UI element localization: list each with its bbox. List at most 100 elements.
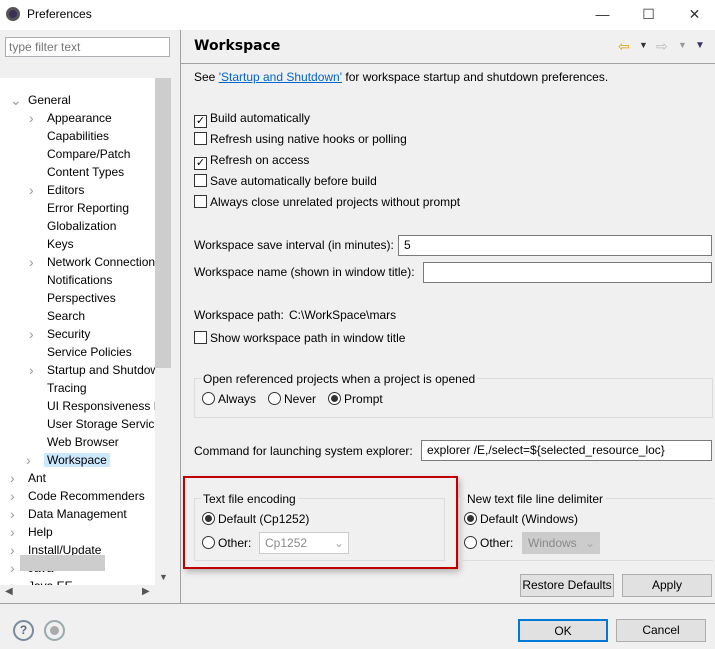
chevron-right-icon[interactable]: › (10, 487, 20, 505)
tree-item[interactable]: UI Responsiveness Monitoring (47, 397, 155, 415)
tree-item[interactable]: Search (47, 307, 85, 325)
chevron-down-icon: ⌄ (584, 536, 595, 550)
chevron-right-icon[interactable]: › (10, 469, 20, 487)
tree-item[interactable]: User Storage Service (47, 415, 155, 433)
delimiter-default-radio[interactable]: Default (Windows) (464, 512, 578, 526)
restore-defaults-button[interactable]: Restore Defaults (520, 574, 614, 597)
scroll-down-icon[interactable]: ▼ (159, 572, 168, 582)
chevron-right-icon[interactable]: › (29, 253, 39, 271)
view-menu-icon[interactable]: ▼ (695, 40, 705, 51)
tree-item[interactable]: › Workspace (26, 451, 110, 469)
chevron-right-icon[interactable]: › (10, 559, 20, 577)
tree-item[interactable]: Compare/Patch (47, 145, 130, 163)
back-dropdown-icon[interactable]: ▼ (639, 40, 648, 50)
vertical-scroll-thumb[interactable] (155, 78, 171, 368)
ok-button[interactable]: OK (518, 619, 608, 642)
tree-item[interactable]: Tracing (47, 379, 87, 397)
tree-item[interactable]: Perspectives (47, 289, 116, 307)
forward-dropdown-icon[interactable]: ▼ (678, 40, 687, 50)
explorer-command-input[interactable]: explorer /E,/select=${selected_resource_… (421, 440, 712, 461)
tree-item[interactable]: › Code Recommenders (10, 487, 145, 505)
chevron-right-icon[interactable]: › (10, 523, 20, 541)
chevron-down-icon[interactable]: ⌄ (10, 91, 22, 109)
horizontal-scroll-thumb[interactable] (20, 555, 105, 571)
tree-item[interactable]: ⌄ General (10, 91, 71, 109)
save-interval-input[interactable]: 5 (398, 235, 712, 256)
tree-item[interactable]: Globalization (47, 217, 116, 235)
back-arrow-icon[interactable]: ⇦ (618, 38, 630, 55)
delimiter-combo[interactable]: Windows ⌄ (522, 532, 600, 554)
checkbox-box[interactable] (194, 331, 207, 344)
open-referenced-radio[interactable]: Prompt (328, 392, 383, 406)
chevron-right-icon[interactable]: › (10, 505, 20, 523)
tree-item[interactable]: › Startup and Shutdown (29, 361, 155, 379)
checkbox[interactable]: Refresh using native hooks or polling (194, 132, 407, 146)
workspace-name-input[interactable] (423, 262, 712, 283)
tree-item[interactable]: › Data Management (10, 505, 127, 523)
checkbox-box[interactable] (194, 132, 207, 145)
footer-divider (0, 603, 715, 604)
scroll-left-icon[interactable]: ◀ (5, 586, 13, 597)
tree-item[interactable]: Error Reporting (47, 199, 129, 217)
tree-item[interactable]: › Help (10, 523, 53, 541)
tree-item[interactable]: Notifications (47, 271, 112, 289)
checkbox[interactable]: Save automatically before build (194, 174, 377, 188)
chevron-right-icon[interactable]: › (29, 109, 39, 127)
tree-item-label: Help (28, 525, 53, 539)
tree-item[interactable]: › Appearance (29, 109, 112, 127)
tree-item-label: Network Connections (47, 255, 155, 269)
checkbox-box[interactable]: ✓ (194, 115, 207, 128)
checkbox-label: Build automatically (210, 111, 311, 125)
sidebar: ⌄ General › Appearance Capabilities Compare/P… (0, 30, 180, 603)
checkbox-box[interactable] (194, 195, 207, 208)
startup-shutdown-link[interactable]: 'Startup and Shutdown' (219, 70, 342, 84)
filter-input[interactable] (5, 37, 170, 57)
intro-suffix: for workspace startup and shutdown prefe… (342, 70, 609, 84)
tree-item[interactable]: › Security (29, 325, 90, 343)
close-button[interactable]: ✕ (672, 0, 715, 28)
checkbox-label: Refresh using native hooks or polling (210, 132, 407, 146)
help-icon[interactable]: ? (13, 620, 34, 641)
tree-item[interactable]: Content Types (47, 163, 124, 181)
chevron-right-icon[interactable]: › (10, 541, 20, 559)
eclipse-gear-icon (6, 7, 20, 21)
scroll-right-icon[interactable]: ▶ (142, 586, 150, 597)
checkbox[interactable]: Always close unrelated projects without … (194, 195, 460, 209)
chevron-right-icon[interactable]: › (10, 577, 20, 585)
horizontal-scrollbar[interactable]: ◀ ▶ (0, 585, 171, 601)
tree-item[interactable]: › Ant (10, 469, 46, 487)
open-referenced-radio[interactable]: Always (202, 392, 256, 406)
tree-item-label: Notifications (47, 273, 113, 287)
tree-item-label: Web Browser (47, 435, 119, 449)
tree-item[interactable]: Web Browser (47, 433, 119, 451)
tree-item[interactable]: Capabilities (47, 127, 109, 145)
checkbox[interactable]: ✓ Refresh on access (194, 153, 309, 170)
chevron-right-icon[interactable]: › (29, 325, 39, 343)
chevron-right-icon[interactable]: › (29, 361, 39, 379)
forward-arrow-icon[interactable]: ⇨ (656, 38, 668, 55)
delimiter-other-radio[interactable]: Other: (464, 536, 513, 550)
minimize-button[interactable]: — (580, 0, 625, 28)
tree-item[interactable]: ›Java EE (10, 577, 73, 585)
chevron-right-icon[interactable]: › (26, 451, 36, 469)
tree-item-label: Workspace (44, 453, 110, 467)
tree-item[interactable]: Service Policies (47, 343, 132, 361)
tree-item-label: Globalization (47, 219, 117, 233)
maximize-button[interactable]: ☐ (626, 0, 671, 28)
tree-item[interactable]: › Network Connections (29, 253, 155, 271)
tree-item[interactable]: Keys (47, 235, 74, 253)
show-path-checkbox[interactable]: Show workspace path in window title (194, 331, 405, 345)
tree-item[interactable]: › Editors (29, 181, 84, 199)
tree-item-label: User Storage Service (47, 417, 155, 431)
record-icon[interactable] (44, 620, 65, 641)
tree-item-label: UI Responsiveness Monitoring (47, 399, 155, 413)
tree-item-label: Code Recommenders (28, 489, 145, 503)
checkbox[interactable]: ✓ Build automatically (194, 111, 310, 128)
checkbox-box[interactable] (194, 174, 207, 187)
cancel-button[interactable]: Cancel (616, 619, 706, 642)
checkbox-box[interactable]: ✓ (194, 157, 207, 170)
apply-button[interactable]: Apply (622, 574, 712, 597)
chevron-right-icon[interactable]: › (29, 181, 39, 199)
open-referenced-radio[interactable]: Never (268, 392, 316, 406)
show-path-label: Show workspace path in window title (210, 331, 406, 345)
